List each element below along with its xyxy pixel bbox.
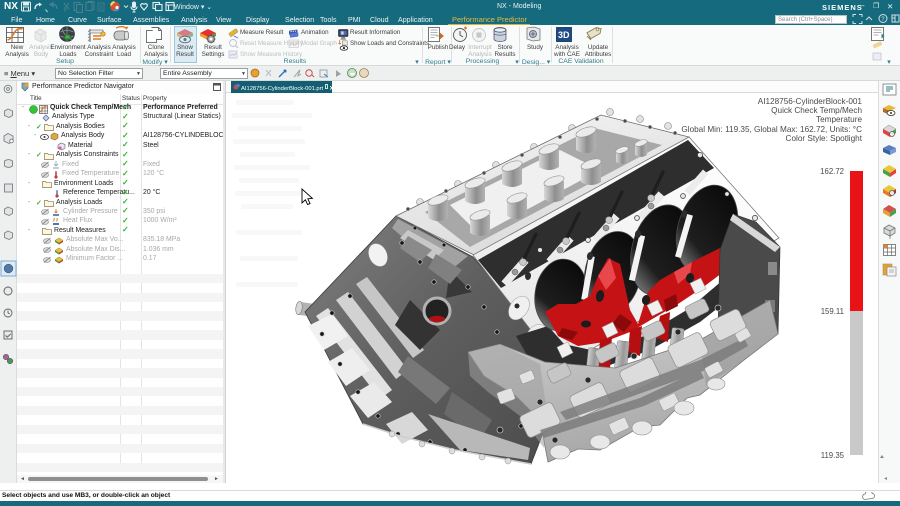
svg-text:3D: 3D (558, 30, 570, 40)
